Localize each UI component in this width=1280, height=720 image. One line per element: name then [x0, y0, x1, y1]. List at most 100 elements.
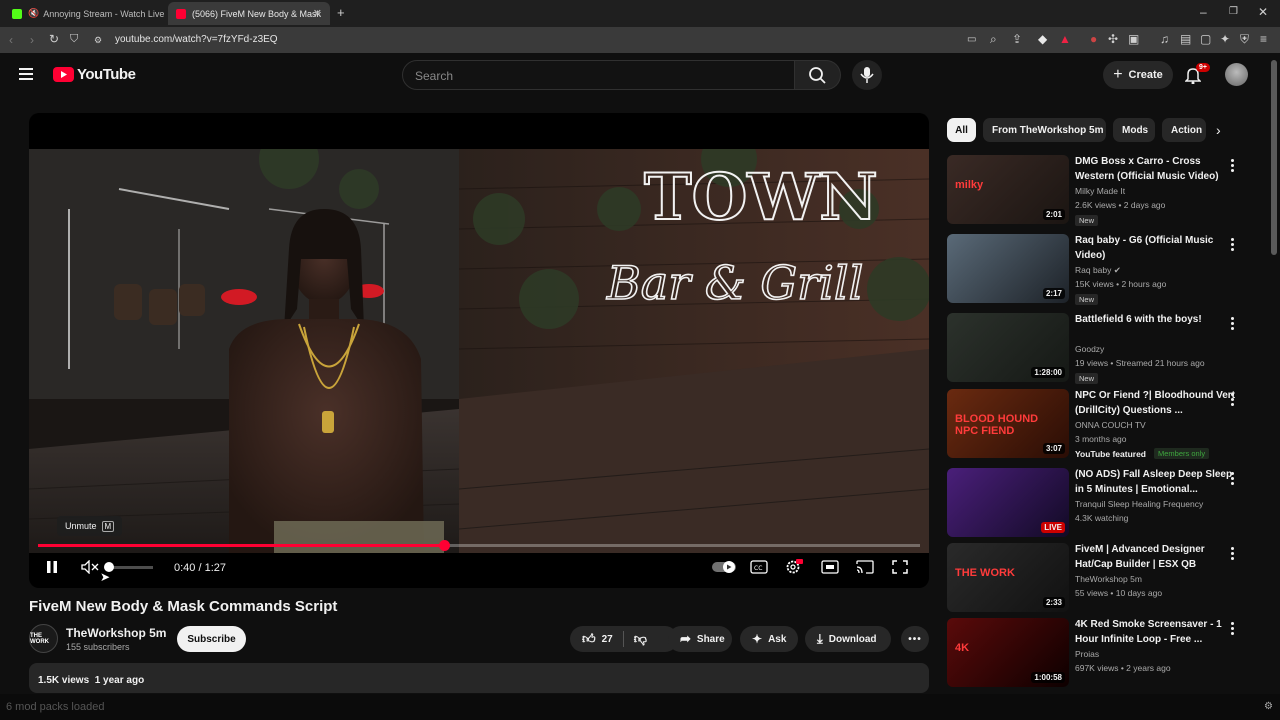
captions-icon[interactable]: CC [750, 560, 768, 574]
chevron-right-icon[interactable]: › [1216, 122, 1221, 138]
account-avatar[interactable] [1225, 63, 1248, 86]
extension-icon[interactable]: ● [1090, 33, 1097, 45]
create-button[interactable]: + Create [1103, 61, 1173, 89]
menu-icon[interactable]: ≡ [1260, 33, 1267, 45]
video-thumbnail[interactable]: milky 2:01 [947, 155, 1069, 224]
music-icon[interactable]: ♫ [1160, 33, 1169, 45]
subscribe-button[interactable]: Subscribe [177, 626, 246, 652]
new-tab-icon[interactable]: + [337, 6, 345, 19]
hamburger-menu-icon[interactable] [19, 68, 33, 80]
video-thumbnail[interactable]: THE WORK 2:33 [947, 543, 1069, 612]
volume-slider[interactable] [109, 566, 153, 569]
recommended-video[interactable]: 2:17 Raq baby - G6 (Official Music Video)… [947, 234, 1247, 306]
chip-action[interactable]: Action [1162, 118, 1206, 142]
recommended-channel-name[interactable]: Goodzy [1075, 344, 1104, 354]
chip-from-channel[interactable]: From TheWorkshop 5m [983, 118, 1106, 142]
recommended-video-title[interactable]: FiveM | Advanced Designer Hat/Cap Builde… [1075, 543, 1235, 572]
page-scrollbar[interactable] [1271, 60, 1277, 255]
recommended-video[interactable]: THE WORK 2:33 FiveM | Advanced Designer Ha… [947, 543, 1247, 615]
cast-icon[interactable] [856, 560, 874, 574]
recommended-video[interactable]: 4K 1:00:58 4K Red Smoke Screensaver - 1 Ho… [947, 618, 1247, 690]
recommended-channel-name[interactable]: Raq baby ✔ [1075, 265, 1121, 276]
back-icon[interactable]: ‹ [9, 34, 13, 46]
recommended-video[interactable]: milky 2:01 DMG Boss x Carro - Cross Wester… [947, 155, 1247, 227]
like-button[interactable]: 👍︎ 27 [582, 631, 613, 647]
recommended-video-title[interactable]: (NO ADS) Fall Asleep Deep Sleep in 5 Min… [1075, 468, 1235, 497]
restore-icon[interactable]: ❐ [1229, 6, 1238, 18]
description-box[interactable]: 1.5K views 1 year ago [29, 663, 929, 693]
recommended-channel-name[interactable]: TheWorkshop 5m [1075, 574, 1142, 584]
more-options-icon[interactable] [1231, 236, 1234, 253]
dislike-button[interactable]: 👎︎ [634, 631, 647, 647]
browser-tab[interactable]: 🔇 Annoying Stream - Watch Live on [4, 2, 164, 25]
video-thumbnail[interactable]: 1:28:00 [947, 313, 1069, 382]
sidebar-icon[interactable]: ▤ [1180, 33, 1191, 45]
video-thumbnail[interactable]: 2:17 [947, 234, 1069, 303]
video-player[interactable]: TOWN Bar & Grill Unmute M ➤ 0:40 / 1:27 … [29, 113, 929, 588]
recommended-video-title[interactable]: NPC Or Fiend ?| Bloodhound Vert (DrillCi… [1075, 389, 1235, 418]
video-frame[interactable]: TOWN Bar & Grill [29, 149, 929, 553]
share-icon[interactable]: ⇪ [1012, 33, 1022, 45]
channel-name[interactable]: TheWorkshop 5m [66, 626, 166, 640]
close-window-icon[interactable]: ✕ [1258, 6, 1268, 18]
recommended-video-title[interactable]: 4K Red Smoke Screensaver - 1 Hour Infini… [1075, 618, 1235, 647]
ai-icon[interactable]: ✦ [1220, 33, 1230, 45]
more-options-icon[interactable] [1231, 391, 1234, 408]
pause-icon[interactable] [46, 560, 58, 574]
recommended-channel-name[interactable]: Milky Made It [1075, 186, 1125, 196]
url-text[interactable]: youtube.com/watch?v=7fzYFd-z3EQ [115, 34, 278, 45]
vpn-icon[interactable]: ⛨ [1240, 33, 1249, 45]
ask-button[interactable]: ✦ Ask [740, 626, 798, 652]
muted-volume-icon[interactable] [81, 560, 99, 574]
screenshot-icon[interactable]: ▣ [1128, 33, 1139, 45]
more-options-icon[interactable] [1231, 470, 1234, 487]
autoplay-toggle[interactable] [712, 560, 736, 574]
recommended-video[interactable]: 1:28:00 Battlefield 6 with the boys! Goodz… [947, 313, 1247, 385]
recommended-video-title[interactable]: Raq baby - G6 (Official Music Video) [1075, 234, 1235, 263]
more-options-icon[interactable] [1231, 315, 1234, 332]
rewards-icon[interactable]: ▲ [1059, 33, 1071, 45]
recommended-channel-name[interactable]: ONNA COUCH TV [1075, 420, 1146, 430]
zoom-icon[interactable]: ⌕ [990, 33, 997, 45]
more-options-icon[interactable] [1231, 157, 1234, 174]
bookmark-icon[interactable]: ⛉ [70, 33, 78, 45]
puzzle-icon[interactable]: ✣ [1108, 33, 1118, 45]
settings-gear-icon[interactable] [785, 558, 803, 574]
recommended-video[interactable]: BLOOD HOUND NPC FIEND 3:07 NPC Or Fiend ?|… [947, 389, 1247, 461]
recommended-video[interactable]: LIVE (NO ADS) Fall Asleep Deep Sleep in 5… [947, 468, 1247, 540]
recommended-video-title[interactable]: Battlefield 6 with the boys! [1075, 313, 1235, 328]
seek-bar-handle[interactable] [438, 540, 450, 551]
voice-search-button[interactable] [852, 60, 882, 90]
browser-tab-active[interactable]: (5066) FiveM New Body & Mask ✕ [168, 2, 330, 25]
close-tab-icon[interactable]: ✕ [313, 7, 322, 20]
shield-icon[interactable]: ◆ [1038, 33, 1047, 45]
minimize-icon[interactable]: – [1200, 6, 1207, 18]
share-button[interactable]: ➦ Share [668, 626, 732, 652]
chip-mods[interactable]: Mods [1113, 118, 1155, 142]
site-info-icon[interactable]: ⚙ [94, 34, 102, 46]
forward-icon[interactable]: › [30, 34, 34, 46]
recommended-channel-name[interactable]: Proias [1075, 649, 1099, 659]
fullscreen-icon[interactable] [892, 560, 908, 574]
video-thumbnail[interactable]: LIVE [947, 468, 1069, 537]
recommended-channel-name[interactable]: Tranquil Sleep Healing Frequency [1075, 499, 1203, 509]
thumbnail-text: BLOOD HOUND NPC FIEND [955, 413, 1039, 437]
video-thumbnail[interactable]: BLOOD HOUND NPC FIEND 3:07 [947, 389, 1069, 458]
chip-all[interactable]: All [947, 118, 976, 142]
search-input[interactable]: Search [402, 60, 795, 90]
wallet-icon[interactable]: ▢ [1200, 33, 1211, 45]
more-options-icon[interactable] [1231, 545, 1234, 562]
muted-speaker-icon[interactable]: 🔇 [28, 8, 39, 19]
recommended-video-title[interactable]: DMG Boss x Carro - Cross Western (Offici… [1075, 155, 1235, 184]
youtube-logo[interactable]: YouTube [53, 66, 136, 83]
download-button[interactable]: ⤓ Download [805, 626, 891, 652]
video-thumbnail[interactable]: 4K 1:00:58 [947, 618, 1069, 687]
miniplayer-icon[interactable] [821, 560, 839, 574]
more-actions-button[interactable]: ••• [901, 626, 929, 652]
search-button[interactable] [795, 60, 841, 90]
more-options-icon[interactable] [1231, 620, 1234, 637]
reload-icon[interactable]: ↻ [49, 33, 59, 45]
cast-icon[interactable]: ▭ [967, 34, 976, 46]
settings-icon[interactable]: ⚙ [1264, 701, 1273, 712]
channel-avatar[interactable]: THE WORK [29, 624, 58, 653]
